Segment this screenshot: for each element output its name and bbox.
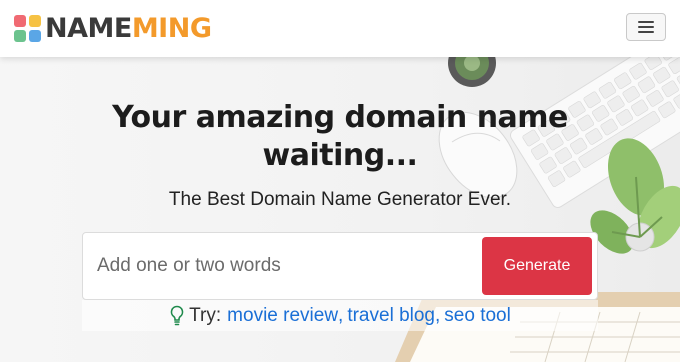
- try-label: Try:: [189, 304, 222, 326]
- suggestion-link-movie-review[interactable]: movie review: [227, 305, 338, 327]
- hero-section: Your amazing domain name waiting... The …: [0, 57, 680, 362]
- generate-button[interactable]: Generate: [482, 237, 592, 295]
- navbar: NAMEMING: [0, 0, 680, 57]
- hero-subheadline: The Best Domain Name Generator Ever.: [168, 189, 512, 210]
- suggestion-link-travel-blog[interactable]: travel blog: [347, 305, 435, 327]
- lightbulb-icon: [170, 305, 184, 325]
- suggestions-row: Try: movie review, travel blog, seo tool: [82, 300, 598, 331]
- hamburger-icon: [638, 21, 654, 23]
- logo[interactable]: NAMEMING: [14, 13, 212, 45]
- logo-mark-icon: [14, 15, 42, 43]
- keyword-input[interactable]: [83, 233, 483, 299]
- menu-toggle-button[interactable]: [626, 13, 666, 41]
- logo-text: NAMEMING: [45, 13, 212, 45]
- suggestion-link-seo-tool[interactable]: seo tool: [444, 305, 511, 327]
- hero-headline: Your amazing domain name waiting...: [112, 100, 568, 173]
- logo-ming: MING: [131, 13, 212, 44]
- domain-search-form: Generate: [82, 232, 598, 300]
- succulent-image: [448, 57, 496, 87]
- logo-name: NAME: [45, 13, 132, 44]
